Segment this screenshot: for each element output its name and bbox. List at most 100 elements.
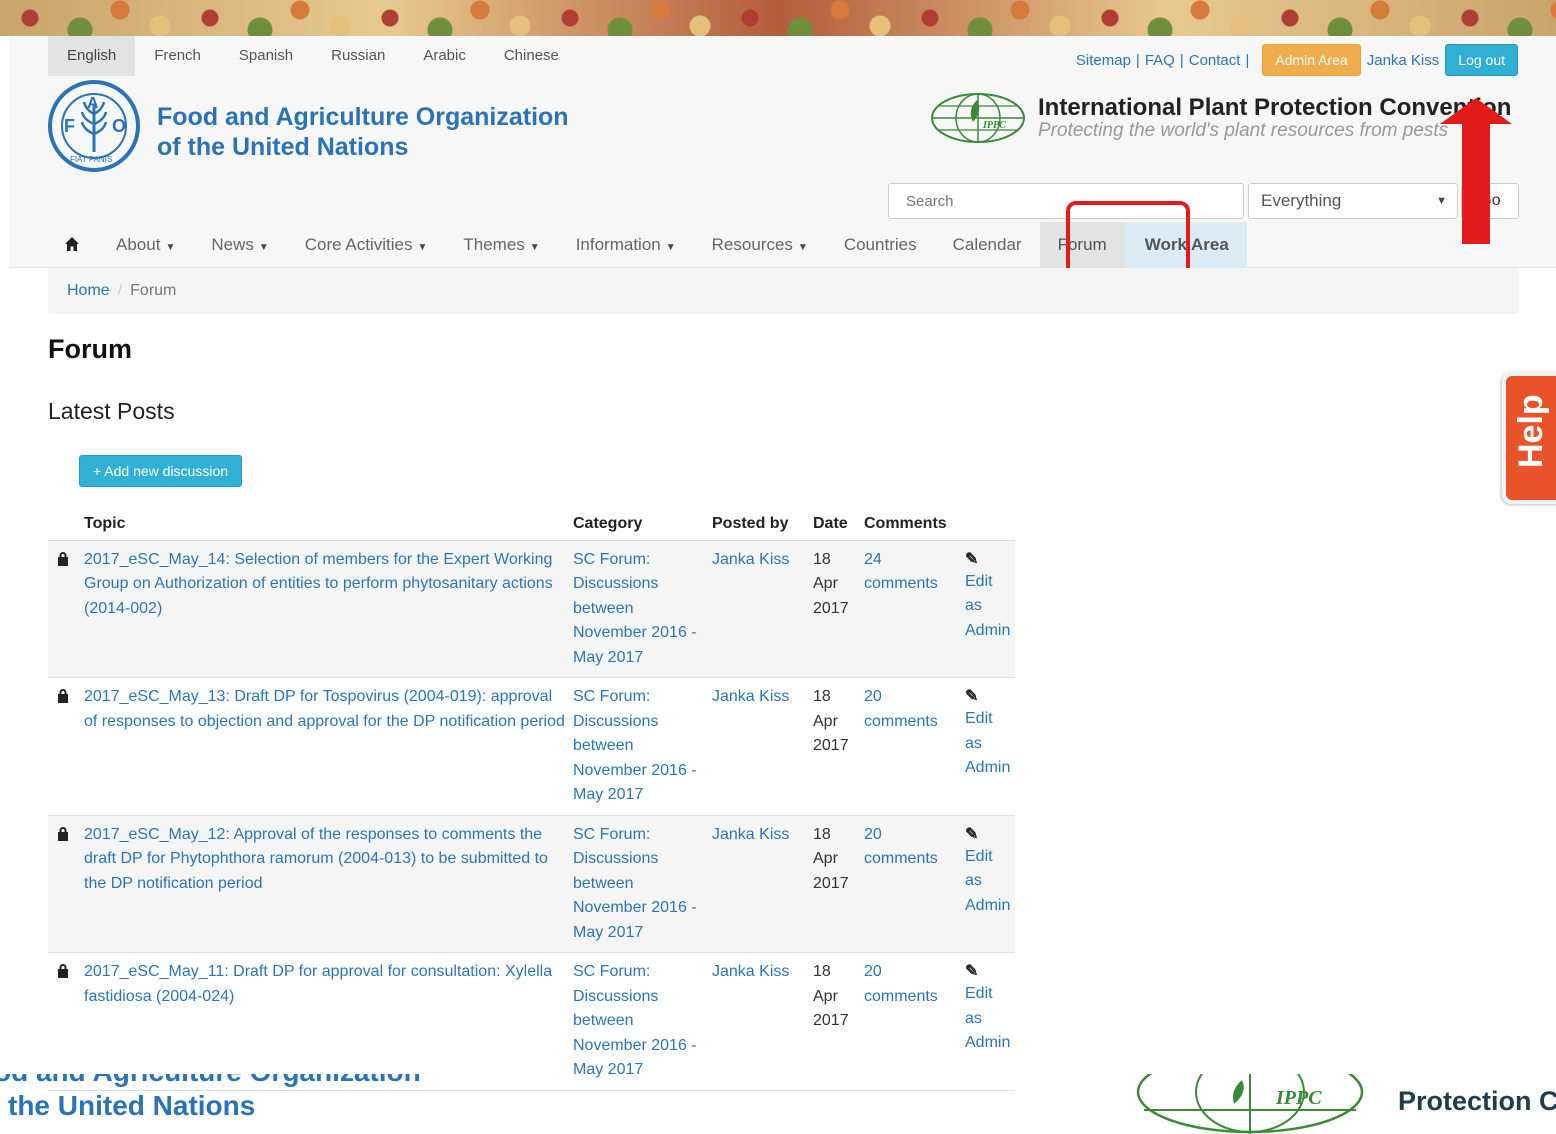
search-scope-select[interactable]: Everything ▼ (1248, 183, 1458, 219)
nav-information-label: Information (575, 235, 661, 254)
edit-icon[interactable]: ✎ (965, 687, 1011, 707)
author-link[interactable]: Janka Kiss (712, 688, 789, 705)
nav-information[interactable]: Information ▼ (558, 222, 694, 268)
decorative-top-border (0, 0, 1556, 36)
topic-link[interactable]: 2017_eSC_May_14: Selection of members fo… (84, 551, 553, 617)
nav-calendar[interactable]: Calendar (935, 222, 1040, 268)
site-header: English French Spanish Russian Arabic Ch… (9, 36, 1556, 268)
caret-down-icon: ▼ (165, 242, 176, 253)
page-title: Forum (48, 334, 132, 364)
topic-link[interactable]: 2017_eSC_May_11: Draft DP for approval f… (84, 963, 552, 1005)
fao-logo-letter-f: F (64, 116, 75, 136)
breadcrumb-current: Forum (130, 282, 177, 299)
link-separator: | (1245, 51, 1250, 69)
user-profile-link[interactable]: Janka Kiss (1367, 52, 1440, 69)
lock-icon (48, 677, 80, 815)
table-row: 2017_eSC_May_14: Selection of members fo… (48, 539, 1015, 678)
forum-posts-table: Topic Category Posted by Date Comments 2… (48, 508, 1015, 1091)
edit-as-admin-link[interactable]: Edit as Admin (965, 573, 1010, 639)
table-row: 2017_eSC_May_12: Approval of the respons… (48, 814, 1015, 953)
comments-link[interactable]: 20 comments (864, 688, 938, 730)
fao-logo-letter-a: A (87, 95, 99, 112)
language-spanish[interactable]: Spanish (220, 36, 312, 76)
table-header-lock (48, 508, 80, 540)
ippc-subtitle: Protecting the world's plant resources f… (1038, 120, 1449, 141)
comments-link[interactable]: 20 comments (864, 826, 938, 868)
help-tab[interactable]: Help (1502, 372, 1556, 504)
category-link[interactable]: SC Forum: Discussions between November 2… (573, 688, 697, 803)
breadcrumb: Home / Forum (48, 268, 1519, 314)
author-link[interactable]: Janka Kiss (712, 826, 789, 843)
edit-as-admin-link[interactable]: Edit as Admin (965, 710, 1010, 776)
link-separator: | (1135, 51, 1140, 69)
footer-ippc-logo: IPPC (1136, 1074, 1364, 1134)
edit-as-admin-link[interactable]: Edit as Admin (965, 985, 1010, 1051)
post-date: 18 Apr 2017 (809, 677, 860, 815)
footer-fao-line2: the United Nations (8, 1090, 256, 1121)
home-icon[interactable] (48, 222, 98, 268)
caret-down-icon: ▼ (258, 242, 269, 253)
table-header-category[interactable]: Category (569, 508, 708, 540)
topic-link[interactable]: 2017_eSC_May_12: Approval of the respons… (84, 826, 548, 892)
breadcrumb-home[interactable]: Home (67, 282, 110, 299)
category-link[interactable]: SC Forum: Discussions between November 2… (573, 826, 697, 941)
nav-news[interactable]: News ▼ (193, 222, 286, 268)
logout-button[interactable]: Log out (1445, 44, 1518, 76)
fao-name: Food and Agriculture Organization of the… (157, 102, 569, 162)
comments-link[interactable]: 20 comments (864, 963, 938, 1005)
footer-fao-line1: od and Agriculture Organization (0, 1056, 421, 1087)
language-english[interactable]: English (48, 36, 136, 76)
edit-icon[interactable]: ✎ (965, 550, 1011, 570)
ippc-logo-text: IPPC (982, 120, 1006, 131)
language-chinese[interactable]: Chinese (485, 36, 578, 76)
contact-link[interactable]: Contact (1189, 52, 1241, 69)
admin-area-button[interactable]: Admin Area (1262, 44, 1361, 76)
nav-resources-label: Resources (711, 235, 793, 254)
sitemap-link[interactable]: Sitemap (1076, 52, 1131, 69)
annotation-up-arrow (1440, 98, 1512, 244)
nav-about-label: About (116, 235, 161, 254)
edit-icon[interactable]: ✎ (965, 825, 1011, 845)
caret-down-icon: ▼ (665, 242, 676, 253)
language-russian[interactable]: Russian (312, 36, 404, 76)
nav-themes[interactable]: Themes ▼ (445, 222, 557, 268)
ippc-logo[interactable]: IPPC (929, 92, 1027, 144)
nav-themes-label: Themes (463, 235, 525, 254)
post-date: 18 Apr 2017 (809, 539, 860, 678)
footer-ippc-title: Protection C (1398, 1086, 1556, 1116)
table-header-date[interactable]: Date (809, 508, 860, 540)
faq-link[interactable]: FAQ (1145, 52, 1175, 69)
section-title: Latest Posts (48, 398, 175, 424)
footer-ippc-logo-text: IPPC (1275, 1087, 1322, 1109)
fao-name-line2: of the United Nations (157, 133, 409, 161)
fao-logo[interactable]: F A O FIAT PANIS (48, 80, 140, 172)
add-discussion-button[interactable]: + Add new discussion (79, 455, 243, 487)
table-header-topic[interactable]: Topic (80, 508, 569, 540)
nav-about[interactable]: About ▼ (98, 222, 193, 268)
language-arabic[interactable]: Arabic (404, 36, 485, 76)
topic-link[interactable]: 2017_eSC_May_13: Draft DP for Tospovirus… (84, 688, 565, 730)
table-row: 2017_eSC_May_13: Draft DP for Tospovirus… (48, 677, 1015, 815)
nav-countries[interactable]: Countries (826, 222, 935, 268)
table-header-comments[interactable]: Comments (860, 508, 961, 540)
edit-as-admin-link[interactable]: Edit as Admin (965, 848, 1010, 914)
fao-logo-motto: FIAT PANIS (70, 155, 112, 164)
comments-link[interactable]: 24 comments (864, 551, 938, 593)
post-date: 18 Apr 2017 (809, 814, 860, 953)
fao-logo-letter-o: O (112, 116, 126, 136)
nav-resources[interactable]: Resources ▼ (694, 222, 826, 268)
author-link[interactable]: Janka Kiss (712, 551, 789, 568)
edit-icon[interactable]: ✎ (965, 962, 1011, 982)
top-links: Sitemap | FAQ | Contact | Admin Area Jan… (1076, 44, 1518, 76)
language-bar: English French Spanish Russian Arabic Ch… (48, 36, 578, 76)
language-french[interactable]: French (135, 36, 220, 76)
help-tab-label: Help (1512, 394, 1550, 468)
category-link[interactable]: SC Forum: Discussions between November 2… (573, 551, 697, 666)
table-header-edit (961, 508, 1015, 540)
nav-core-activities[interactable]: Core Activities ▼ (287, 222, 446, 268)
author-link[interactable]: Janka Kiss (712, 963, 789, 980)
category-link[interactable]: SC Forum: Discussions between November 2… (573, 963, 697, 1078)
table-header-posted-by[interactable]: Posted by (708, 508, 809, 540)
post-date: 18 Apr 2017 (809, 952, 860, 1091)
fao-name-line1: Food and Agriculture Organization (157, 103, 569, 131)
